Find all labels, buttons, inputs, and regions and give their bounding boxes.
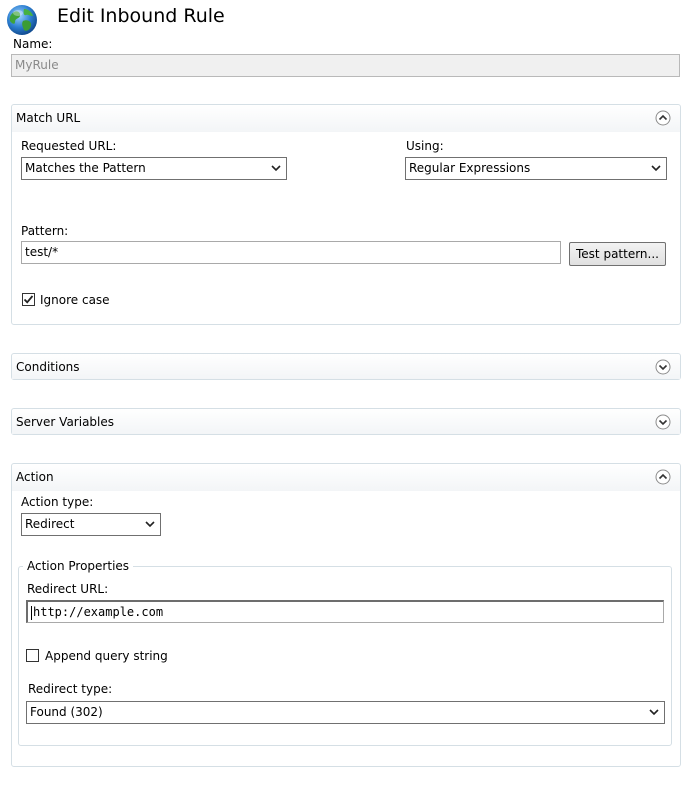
match-url-header[interactable]: Match URL bbox=[12, 105, 680, 132]
using-select[interactable]: Regular Expressions bbox=[405, 157, 667, 180]
action-header[interactable]: Action bbox=[12, 464, 680, 491]
server-variables-header[interactable]: Server Variables bbox=[12, 409, 680, 434]
page-title: Edit Inbound Rule bbox=[57, 5, 225, 27]
conditions-panel: Conditions bbox=[11, 353, 681, 380]
redirect-url-value: http://example.com bbox=[33, 605, 164, 619]
match-url-title: Match URL bbox=[16, 111, 81, 125]
conditions-title: Conditions bbox=[16, 360, 80, 374]
redirect-type-label: Redirect type: bbox=[28, 682, 113, 696]
test-pattern-button[interactable]: Test pattern... bbox=[569, 242, 666, 266]
requested-url-value: Matches the Pattern bbox=[25, 161, 146, 175]
action-properties-legend: Action Properties bbox=[23, 559, 134, 573]
dropdown-arrow-icon bbox=[271, 165, 281, 172]
globe-icon bbox=[7, 5, 37, 35]
name-field[interactable]: MyRule bbox=[11, 54, 680, 77]
requested-url-label: Requested URL: bbox=[21, 139, 117, 153]
conditions-header[interactable]: Conditions bbox=[12, 354, 680, 379]
ignore-case-label: Ignore case bbox=[40, 293, 110, 307]
chevron-up-circle-icon[interactable] bbox=[655, 110, 671, 126]
requested-url-select[interactable]: Matches the Pattern bbox=[21, 157, 287, 180]
action-type-select[interactable]: Redirect bbox=[21, 513, 161, 536]
match-url-panel: Match URL bbox=[11, 104, 681, 325]
redirect-type-select[interactable]: Found (302) bbox=[26, 701, 665, 724]
pattern-input[interactable]: test/* bbox=[21, 241, 561, 264]
redirect-type-value: Found (302) bbox=[30, 705, 103, 719]
check-icon bbox=[23, 295, 34, 304]
ignore-case-checkbox[interactable] bbox=[22, 293, 35, 306]
action-title: Action bbox=[16, 470, 54, 484]
name-label: Name: bbox=[13, 37, 53, 51]
redirect-url-label: Redirect URL: bbox=[27, 582, 109, 596]
using-value: Regular Expressions bbox=[409, 161, 531, 175]
append-query-label: Append query string bbox=[45, 649, 168, 663]
server-variables-title: Server Variables bbox=[16, 415, 115, 429]
chevron-down-circle-icon[interactable] bbox=[655, 414, 671, 430]
pattern-label: Pattern: bbox=[21, 224, 69, 238]
using-label: Using: bbox=[406, 139, 444, 153]
chevron-down-circle-icon[interactable] bbox=[655, 359, 671, 375]
redirect-url-input[interactable]: http://example.com bbox=[26, 600, 664, 623]
text-caret bbox=[31, 605, 32, 620]
dropdown-arrow-icon bbox=[145, 521, 155, 528]
append-query-checkbox[interactable] bbox=[26, 649, 39, 662]
dropdown-arrow-icon bbox=[651, 165, 661, 172]
chevron-up-circle-icon[interactable] bbox=[655, 469, 671, 485]
action-type-value: Redirect bbox=[25, 517, 75, 531]
dropdown-arrow-icon bbox=[649, 709, 659, 716]
action-type-label: Action type: bbox=[21, 495, 94, 509]
server-variables-panel: Server Variables bbox=[11, 408, 681, 435]
